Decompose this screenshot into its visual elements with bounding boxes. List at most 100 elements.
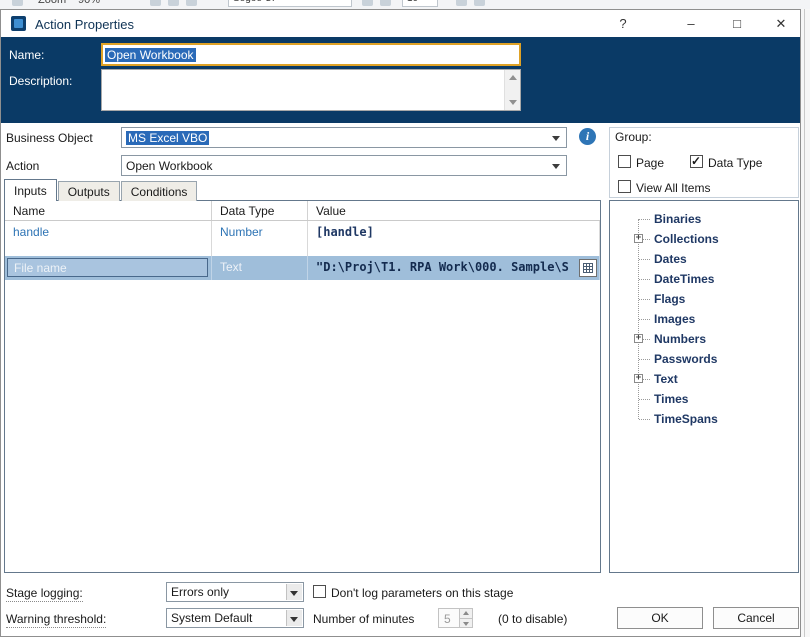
zoom-value-fragment: 90%	[78, 0, 101, 6]
app-icon	[11, 16, 26, 31]
tab-inputs[interactable]: Inputs	[4, 179, 57, 201]
tree-item-label: DateTimes	[654, 272, 715, 286]
tab-bar: Inputs Outputs Conditions	[4, 179, 198, 201]
tree-item-label: Dates	[654, 252, 687, 266]
background-toolbar: Zoom 90% Segoe UI 10	[0, 0, 810, 9]
background-right-strip	[801, 9, 810, 637]
tree-item-label: Images	[654, 312, 696, 326]
spin-up-icon[interactable]	[460, 609, 472, 618]
chevron-down-icon[interactable]	[286, 610, 302, 626]
expand-icon[interactable]	[634, 334, 643, 343]
toolbar-icon	[12, 0, 23, 6]
stage-logging-label: Stage logging:	[6, 586, 83, 602]
dialog-title: Action Properties	[35, 17, 134, 32]
tree-item-label: TimeSpans	[654, 412, 718, 426]
maximize-button[interactable]: □	[717, 10, 757, 37]
tab-conditions[interactable]: Conditions	[120, 181, 198, 201]
business-object-select[interactable]: MS Excel VBO	[121, 127, 567, 148]
description-label: Description:	[9, 74, 73, 88]
minimize-button[interactable]: –	[671, 10, 711, 37]
tree-item-dates[interactable]: Dates	[610, 249, 798, 269]
expand-icon[interactable]	[634, 374, 643, 383]
inputs-table: Name Data Type Value handle Number [hand…	[4, 200, 601, 573]
action-select[interactable]: Open Workbook	[121, 155, 567, 176]
tree-item-images[interactable]: Images	[610, 309, 798, 329]
cell-name: File name	[5, 256, 212, 280]
action-value: Open Workbook	[126, 158, 213, 173]
tree-item-label: Text	[654, 372, 678, 386]
tree: Binaries Collections Dates DateTimes Fla…	[610, 209, 798, 429]
minutes-spinner[interactable]: 5	[438, 608, 473, 628]
view-all-items-checkbox[interactable]	[618, 180, 631, 193]
header-panel: Name: Open Workbook Description:	[1, 37, 800, 123]
action-properties-dialog: Action Properties ? – □ ✕ Name: Open Wor…	[0, 9, 801, 637]
help-button[interactable]: ?	[603, 10, 643, 37]
spinner-buttons[interactable]	[459, 609, 472, 627]
tree-item-label: Numbers	[654, 332, 707, 346]
ok-button[interactable]: OK	[617, 607, 703, 629]
name-value: Open Workbook	[105, 47, 196, 62]
chevron-down-icon[interactable]	[286, 584, 302, 600]
description-input[interactable]	[101, 69, 521, 111]
dont-log-checkbox[interactable]	[313, 585, 326, 598]
titlebar: Action Properties ? – □ ✕	[1, 10, 800, 37]
tree-item-passwords[interactable]: Passwords	[610, 349, 798, 369]
screen: Zoom 90% Segoe UI 10 Action Properties ?…	[0, 0, 810, 637]
cell-value[interactable]: "D:\Proj\T1. RPA Work\000. Sample\S	[308, 256, 600, 280]
dont-log-label: Don't log parameters on this stage	[331, 586, 514, 600]
cell-value[interactable]: [handle]	[308, 221, 600, 256]
warning-threshold-label: Warning threshold:	[6, 612, 107, 628]
minutes-value: 5	[444, 612, 451, 626]
warning-threshold-value: System Default	[171, 611, 253, 625]
column-header-datatype[interactable]: Data Type	[212, 201, 308, 220]
tree-item-flags[interactable]: Flags	[610, 289, 798, 309]
table-row[interactable]: handle Number [handle]	[5, 221, 600, 256]
toolbar-icon	[474, 0, 485, 6]
column-header-name[interactable]: Name	[5, 201, 212, 220]
cell-name[interactable]: handle	[5, 221, 212, 256]
scroll-up-icon[interactable]	[506, 71, 520, 85]
tree-item-binaries[interactable]: Binaries	[610, 209, 798, 229]
name-cell-input[interactable]: File name	[7, 258, 208, 277]
name-input[interactable]: Open Workbook	[101, 43, 521, 66]
data-type-checkbox-label: Data Type	[708, 156, 763, 170]
stage-logging-value: Errors only	[171, 585, 230, 599]
close-button[interactable]: ✕	[761, 10, 801, 37]
tree-item-text[interactable]: Text	[610, 369, 798, 389]
business-object-value: MS Excel VBO	[126, 130, 210, 145]
toolbar-icon	[186, 0, 197, 6]
expand-icon[interactable]	[634, 234, 643, 243]
toolbar-icon	[456, 0, 467, 6]
font-name-fragment: Segoe UI	[228, 0, 352, 7]
tree-item-timespans[interactable]: TimeSpans	[610, 409, 798, 429]
page-checkbox[interactable]	[618, 155, 631, 168]
number-of-minutes-label: Number of minutes	[313, 612, 415, 626]
name-label: Name:	[9, 48, 45, 62]
description-scrollbar[interactable]	[504, 70, 520, 110]
disable-hint: (0 to disable)	[498, 612, 568, 626]
spin-down-icon[interactable]	[460, 617, 472, 627]
column-header-value[interactable]: Value	[308, 201, 600, 220]
tree-item-collections[interactable]: Collections	[610, 229, 798, 249]
info-icon[interactable]	[579, 128, 596, 145]
tree-item-numbers[interactable]: Numbers	[610, 329, 798, 349]
tree-item-datetimes[interactable]: DateTimes	[610, 269, 798, 289]
stage-logging-select[interactable]: Errors only	[166, 582, 304, 602]
tab-outputs[interactable]: Outputs	[57, 181, 120, 201]
tree-item-label: Binaries	[654, 212, 702, 226]
expression-editor-button[interactable]	[579, 259, 597, 277]
cell-datatype: Text	[212, 256, 308, 280]
tree-item-times[interactable]: Times	[610, 389, 798, 409]
tree-item-label: Flags	[654, 292, 686, 306]
view-all-items-label: View All Items	[636, 181, 711, 195]
warning-threshold-select[interactable]: System Default	[166, 608, 304, 628]
data-items-tree: Binaries Collections Dates DateTimes Fla…	[609, 200, 799, 573]
action-label: Action	[6, 159, 40, 173]
data-type-checkbox[interactable]	[690, 154, 703, 168]
cancel-button[interactable]: Cancel	[713, 607, 799, 629]
scroll-down-icon[interactable]	[506, 95, 520, 109]
tree-item-label: Collections	[654, 232, 719, 246]
table-row-selected[interactable]: File name Text "D:\Proj\T1. RPA Work\000…	[5, 256, 600, 280]
cell-datatype: Number	[212, 221, 308, 256]
tree-item-label: Passwords	[654, 352, 718, 366]
